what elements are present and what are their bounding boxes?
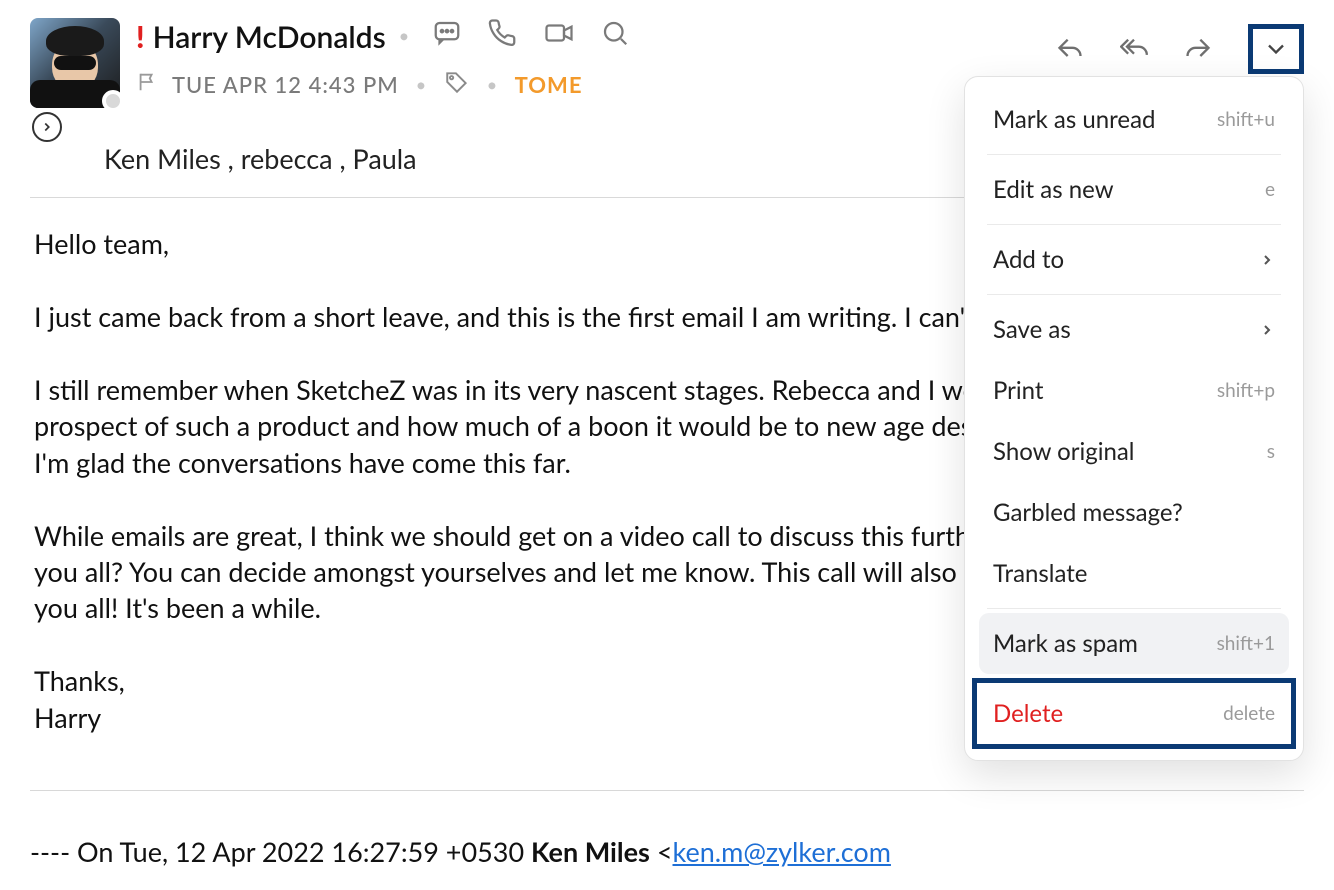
video-icon[interactable] [544, 18, 574, 55]
menu-divider [987, 608, 1281, 609]
message-timestamp: TUE APR 12 4:43 PM [172, 71, 399, 98]
more-actions-menu: Mark as unread shift+u Edit as new e Add to S… [964, 76, 1304, 761]
menu-divider [987, 154, 1281, 155]
reply-button[interactable] [1050, 29, 1090, 69]
menu-item-print[interactable]: Print shift+p [979, 360, 1289, 421]
menu-item-label: Mark as spam [993, 629, 1138, 658]
menu-item-label: Garbled message? [993, 498, 1183, 527]
menu-item-shortcut: e [1265, 178, 1275, 201]
menu-item-shortcut: shift+u [1217, 108, 1275, 131]
menu-item-label: Add to [993, 245, 1064, 274]
menu-divider [987, 224, 1281, 225]
separator-dot: ● [413, 76, 430, 93]
menu-item-show-original[interactable]: Show original s [979, 421, 1289, 482]
menu-item-mark-as-unread[interactable]: Mark as unread shift+u [979, 89, 1289, 150]
search-icon[interactable] [600, 18, 630, 55]
menu-divider [987, 294, 1281, 295]
menu-item-shortcut: shift+p [1217, 379, 1275, 402]
quoted-sender-name: Ken Miles [531, 835, 650, 868]
menu-item-add-to[interactable]: Add to [979, 229, 1289, 290]
menu-item-shortcut: s [1267, 440, 1275, 463]
menu-item-translate[interactable]: Translate [979, 543, 1289, 604]
quoted-sender-email[interactable]: ken.m@zylker.com [673, 835, 891, 868]
menu-item-mark-as-spam[interactable]: Mark as spam shift+1 [979, 613, 1289, 674]
menu-item-label: Mark as unread [993, 105, 1155, 134]
presence-indicator [102, 90, 124, 112]
menu-item-label: Show original [993, 437, 1134, 466]
sender-avatar[interactable] [30, 18, 120, 108]
chevron-right-icon [1259, 245, 1275, 274]
tag-icon[interactable] [444, 69, 470, 100]
menu-item-shortcut: shift+1 [1217, 632, 1275, 655]
menu-item-shortcut: delete [1223, 702, 1275, 725]
more-actions-button[interactable] [1248, 24, 1304, 74]
menu-item-edit-as-new[interactable]: Edit as new e [979, 159, 1289, 220]
separator-dot: ● [396, 28, 412, 45]
forward-button[interactable] [1178, 29, 1218, 69]
chevron-right-icon [1259, 315, 1275, 344]
separator-dot: ● [484, 76, 501, 93]
tag-label[interactable]: TOME [515, 71, 583, 98]
call-icon[interactable] [488, 18, 518, 55]
menu-item-label: Edit as new [993, 175, 1114, 204]
chat-icon[interactable] [432, 18, 462, 55]
reply-all-button[interactable] [1114, 29, 1154, 69]
quoted-header: ---- On Tue, 12 Apr 2022 16:27:59 +0530 … [30, 835, 1304, 868]
menu-item-garbled-message[interactable]: Garbled message? [979, 482, 1289, 543]
body-separator [30, 790, 1304, 791]
expand-details-button[interactable] [32, 112, 62, 142]
menu-item-label: Print [993, 376, 1044, 405]
menu-divider [987, 678, 1281, 679]
flag-icon[interactable] [136, 71, 158, 98]
priority-high-icon: ! [136, 19, 145, 55]
menu-item-label: Save as [993, 315, 1071, 344]
sender-name[interactable]: Harry McDonalds [153, 19, 386, 55]
menu-item-delete[interactable]: Delete delete [979, 683, 1289, 744]
menu-item-label: Translate [993, 559, 1087, 588]
quoted-prefix: ---- On Tue, 12 Apr 2022 16:27:59 +0530 [30, 835, 531, 868]
menu-item-save-as[interactable]: Save as [979, 299, 1289, 360]
menu-item-label: Delete [993, 699, 1063, 728]
